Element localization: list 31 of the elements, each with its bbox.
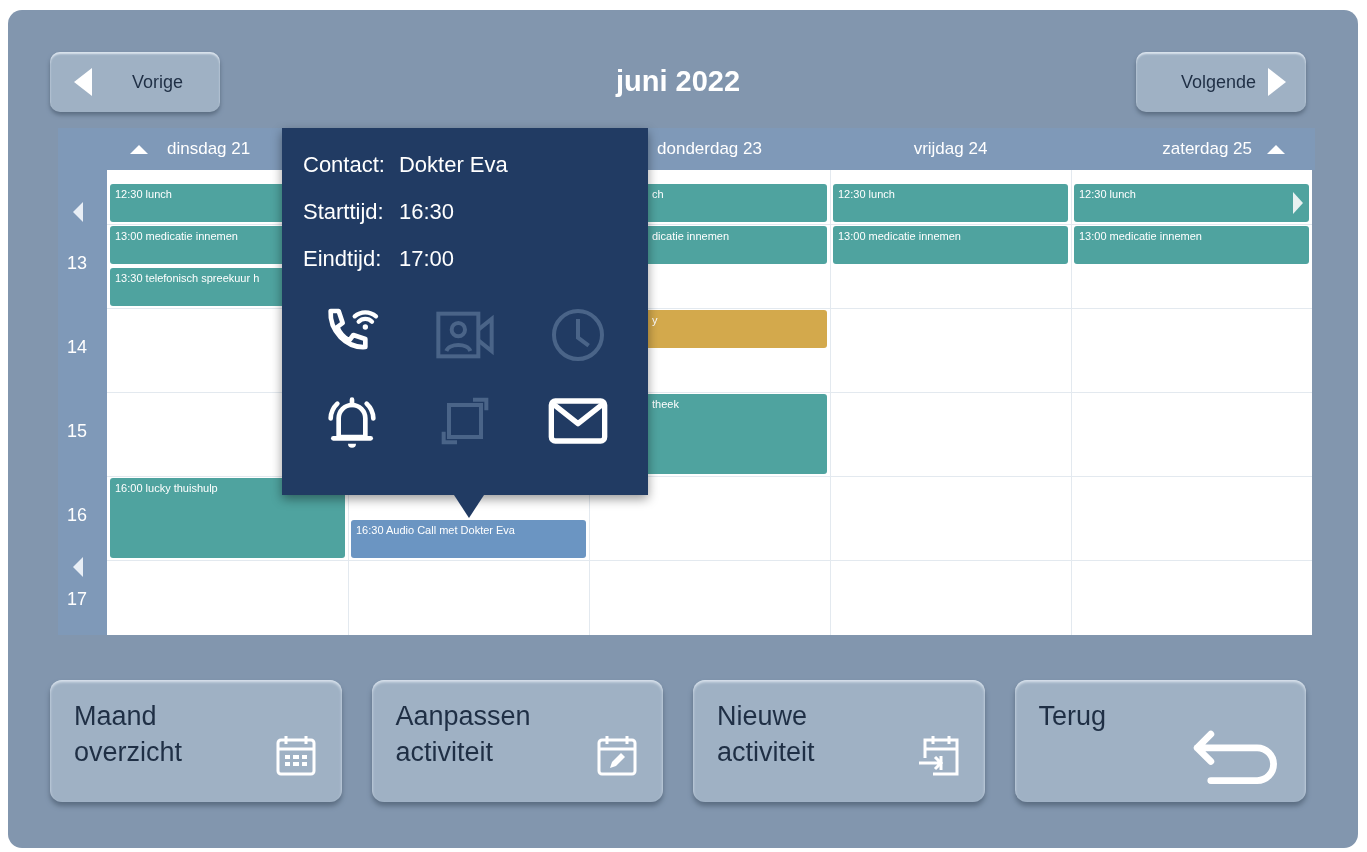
previous-button[interactable]: Vorige [50, 52, 220, 112]
hour-label: 15 [67, 420, 88, 443]
action-button[interactable]: Maand overzicht [50, 680, 342, 802]
field-label: Contact: [303, 151, 385, 179]
next-button[interactable]: Volgende [1136, 52, 1306, 112]
action-button[interactable]: Terug [1014, 680, 1306, 802]
action-button[interactable]: Nieuwe activiteit [693, 680, 985, 802]
calendar-event[interactable]: 16:00 lucky thuishulp [110, 478, 345, 558]
calendar-event[interactable]: 16:30 Audio Call met Dokter Eva [351, 520, 586, 558]
action-button[interactable]: Aanpassen activiteit [371, 680, 663, 802]
day-header: dinsdag 21 [167, 138, 251, 161]
right-triangle-icon [1293, 192, 1303, 214]
hour-label: 14 [67, 336, 88, 359]
calendar-event[interactable]: 13:00 medicatie innemen [1074, 226, 1309, 264]
calendar-event[interactable]: 12:30 lunch [1074, 184, 1309, 222]
field-value: Dokter Eva [398, 151, 509, 179]
left-triangle-icon [73, 557, 83, 577]
field-value: 17:00 [398, 245, 455, 273]
hour-label: 13 [67, 252, 88, 275]
calendar-event[interactable]: 12:30 lunch [833, 184, 1068, 222]
month-title: juni 2022 [615, 64, 741, 100]
hour-label: 16 [67, 504, 88, 527]
left-triangle-icon [72, 66, 92, 98]
day-header: donderdag 23 [657, 138, 762, 161]
field-value: 16:30 [398, 198, 455, 226]
left-triangle-icon [73, 202, 83, 222]
day-header: zaterdag 25 [1162, 138, 1252, 161]
day-header: vrijdag 24 [913, 138, 988, 161]
hour-label: 17 [67, 588, 88, 611]
calendar-event[interactable]: 13:00 medicatie innemen [833, 226, 1068, 264]
right-triangle-icon [1268, 66, 1288, 98]
